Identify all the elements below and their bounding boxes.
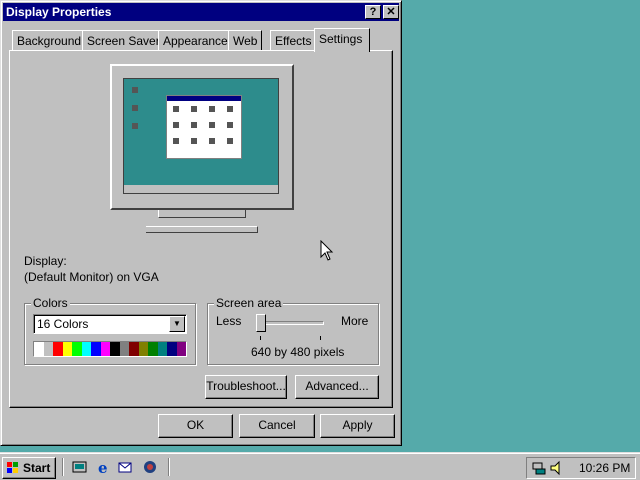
mouse-cursor-icon [320, 240, 334, 261]
mini-taskbar [124, 185, 278, 193]
mini-window-titlebar [167, 96, 241, 101]
window-title: Display Properties [6, 5, 112, 19]
taskbar-separator [168, 458, 170, 476]
start-button[interactable]: Start [2, 457, 56, 479]
volume-icon[interactable] [549, 460, 565, 476]
mini-window [166, 95, 242, 159]
screen-area-slider-track[interactable] [258, 321, 324, 325]
ok-button[interactable]: OK [158, 414, 233, 438]
colors-dropdown[interactable]: 16 Colors ▼ [33, 314, 187, 334]
show-desktop-icon[interactable] [72, 459, 88, 475]
help-button[interactable]: ? [365, 5, 381, 19]
taskbar: Start e 10:26 PM [0, 452, 640, 480]
palette-swatch [91, 342, 101, 356]
monitor-base [158, 210, 246, 218]
monitor-neck [186, 218, 218, 226]
palette-swatch [62, 342, 72, 356]
mini-folder-icon [227, 138, 233, 144]
mini-folder-icon [173, 122, 179, 128]
tab-effects[interactable]: Effects [270, 30, 317, 50]
monitor-screen [123, 78, 279, 194]
resolution-label: 640 by 480 pixels [251, 345, 345, 359]
apply-button[interactable]: Apply [320, 414, 395, 438]
palette-swatch [119, 342, 129, 356]
clock[interactable]: 10:26 PM [579, 461, 630, 475]
mini-desktop-icon [132, 87, 138, 93]
slider-tick [260, 336, 261, 340]
mini-folder-icon [209, 122, 215, 128]
colors-selected-value: 16 Colors [37, 317, 89, 331]
taskbar-separator [62, 458, 64, 476]
mini-folder-icon [209, 106, 215, 112]
palette-swatch [34, 342, 44, 356]
screen-area-slider-thumb[interactable] [256, 314, 266, 332]
tab-background[interactable]: Background [12, 30, 87, 50]
mini-desktop-icon [132, 105, 138, 111]
mini-folder-icon [209, 138, 215, 144]
tab-screen-saver[interactable]: Screen Saver [82, 30, 165, 50]
monitor-stand [146, 226, 258, 233]
palette-swatch [43, 342, 53, 356]
start-label: Start [23, 461, 51, 475]
tab-web[interactable]: Web [228, 30, 263, 50]
network-icon[interactable] [531, 460, 547, 476]
palette-swatch [53, 342, 63, 356]
windows-logo-icon [7, 462, 18, 473]
chevron-down-icon[interactable]: ▼ [169, 316, 185, 332]
advanced-button[interactable]: Advanced... [295, 375, 379, 399]
mini-desktop-icon [132, 123, 138, 129]
less-label: Less [216, 314, 242, 328]
palette-swatch [100, 342, 110, 356]
palette-swatch [167, 342, 177, 356]
mini-folder-icon [191, 122, 197, 128]
palette-swatch [72, 342, 82, 356]
svg-text:e: e [98, 459, 108, 475]
display-heading: Display: [24, 254, 67, 268]
palette-swatch [110, 342, 120, 356]
mini-folder-icon [227, 106, 233, 112]
more-label: More [341, 314, 369, 328]
screen-area-group-title: Screen area [214, 296, 284, 310]
color-palette-preview [33, 341, 187, 357]
cancel-button[interactable]: Cancel [239, 414, 315, 438]
internet-explorer-icon[interactable]: e [96, 459, 112, 475]
palette-swatch [148, 342, 158, 356]
mini-folder-icon [191, 106, 197, 112]
display-value: (Default Monitor) on VGA [24, 270, 159, 284]
tab-settings[interactable]: Settings [314, 28, 370, 52]
title-bar[interactable]: Display Properties ? ✕ [3, 3, 399, 21]
mini-folder-icon [191, 138, 197, 144]
outlook-express-icon[interactable] [118, 459, 134, 475]
mini-folder-icon [173, 138, 179, 144]
mini-folder-icon [227, 122, 233, 128]
palette-swatch [129, 342, 139, 356]
close-button[interactable]: ✕ [383, 5, 399, 19]
palette-swatch [81, 342, 91, 356]
palette-swatch [138, 342, 148, 356]
system-tray: 10:26 PM [526, 457, 636, 479]
tab-appearance[interactable]: Appearance [158, 30, 233, 50]
palette-swatch [176, 342, 186, 356]
palette-swatch [157, 342, 167, 356]
mini-folder-icon [173, 106, 179, 112]
slider-tick [320, 336, 321, 340]
colors-group-title: Colors [31, 296, 70, 310]
troubleshoot-button[interactable]: Troubleshoot... [205, 375, 287, 399]
channels-icon[interactable] [142, 459, 158, 475]
